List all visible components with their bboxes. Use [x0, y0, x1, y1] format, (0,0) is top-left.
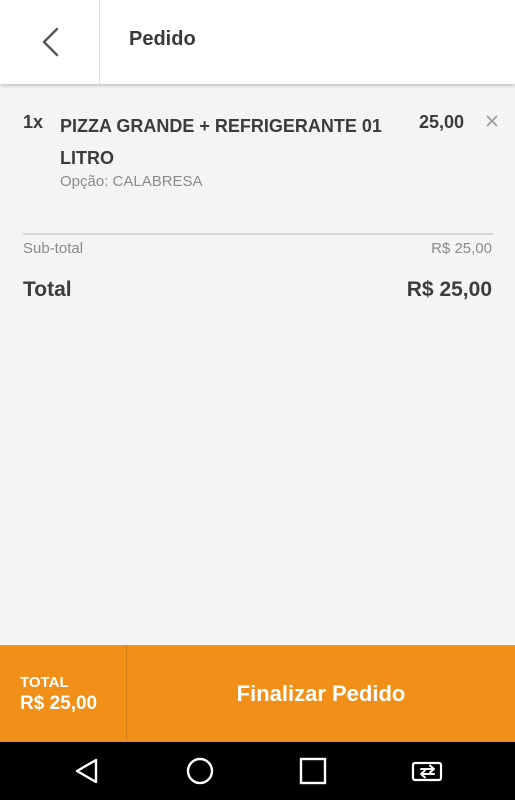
- subtotal-value: R$ 25,00: [431, 240, 492, 257]
- finish-order-button[interactable]: Finalizar Pedido: [127, 645, 515, 742]
- footer-total: TOTAL R$ 25,00: [0, 645, 127, 742]
- divider: [23, 233, 493, 235]
- nav-recents-button[interactable]: [297, 755, 329, 787]
- subtotal-label: Sub-total: [23, 240, 84, 257]
- page-title: Pedido: [129, 28, 196, 50]
- item-price: 25,00: [419, 112, 465, 132]
- app-header: Pedido: [0, 0, 515, 84]
- recents-square-icon: [299, 757, 327, 785]
- close-icon: [486, 115, 498, 127]
- checkout-bar: TOTAL R$ 25,00 Finalizar Pedido: [0, 645, 515, 742]
- android-navigation-bar: [0, 742, 515, 800]
- chevron-left-icon: [42, 27, 58, 57]
- nav-home-button[interactable]: [184, 755, 216, 787]
- item-option: Opção: CALABRESA: [60, 173, 203, 190]
- total-value: R$ 25,00: [406, 278, 492, 301]
- total-label: Total: [23, 278, 72, 301]
- switch-app-icon: [411, 761, 443, 782]
- nav-back-button[interactable]: [71, 755, 103, 787]
- back-triangle-icon: [75, 758, 98, 784]
- footer-total-label: TOTAL: [20, 674, 69, 691]
- footer-total-value: R$ 25,00: [20, 693, 98, 714]
- item-name: PIZZA GRANDE + REFRIGERANTE 01 LITRO: [60, 116, 382, 168]
- remove-item-button[interactable]: [483, 112, 501, 130]
- home-circle-icon: [186, 757, 214, 785]
- item-quantity: 1x: [23, 112, 44, 132]
- back-button[interactable]: [0, 0, 100, 84]
- nav-switch-app-button[interactable]: [410, 755, 446, 787]
